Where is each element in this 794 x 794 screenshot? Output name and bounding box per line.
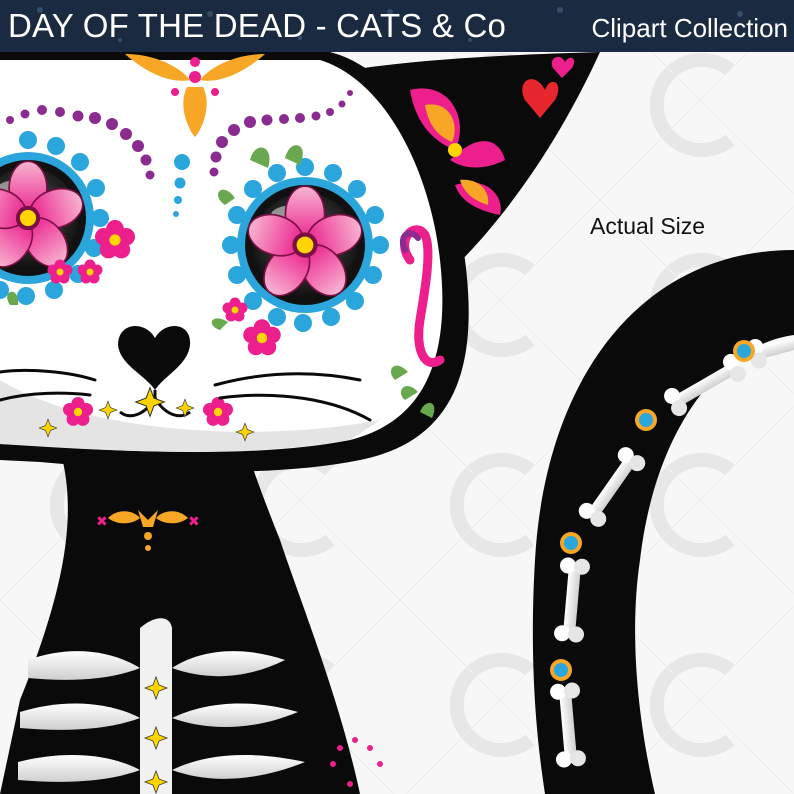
cat-illustration: ✖ ✖ [0, 52, 794, 794]
cat-head [0, 52, 469, 472]
svg-text:✖: ✖ [188, 514, 200, 530]
collection-title: DAY OF THE DEAD - CATS & Co [8, 7, 507, 44]
collection-subtitle: Clipart Collection [591, 13, 788, 43]
clipart-preview: ✖ ✖ DAY OF THE DEAD - CATS & Co Clipart … [0, 0, 794, 794]
actual-size-label: Actual Size [590, 213, 706, 239]
svg-text:✖: ✖ [96, 514, 108, 530]
title-banner: DAY OF THE DEAD - CATS & Co Clipart Coll… [0, 0, 794, 52]
